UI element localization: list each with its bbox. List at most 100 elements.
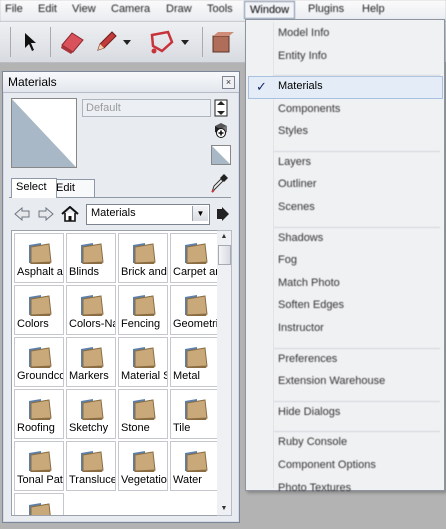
- menu-item-ruby-console[interactable]: Ruby Console: [278, 436, 347, 448]
- material-folder-item[interactable]: Blinds: [66, 233, 116, 283]
- menu-separator: [274, 150, 440, 152]
- material-folder-item[interactable]: Translucent: [66, 441, 116, 491]
- material-name-field[interactable]: Default: [82, 99, 211, 117]
- menu-item-preferences[interactable]: Preferences: [278, 353, 337, 365]
- toolbar-separator: [202, 27, 203, 57]
- shape-icon[interactable]: [148, 28, 176, 56]
- menu-item-photo-textures[interactable]: Photo Textures: [278, 482, 351, 494]
- menu-item-instructor[interactable]: Instructor: [278, 322, 324, 334]
- select-arrow-icon[interactable]: [17, 28, 45, 56]
- default-material-icon[interactable]: [211, 145, 231, 165]
- dropdown-arrow-icon[interactable]: [120, 28, 134, 56]
- material-folder-item[interactable]: Water: [170, 441, 217, 491]
- dropdown-arrow-icon[interactable]: [178, 28, 192, 56]
- materials-panel-titlebar[interactable]: Materials ×: [3, 72, 239, 93]
- pencil-icon[interactable]: [92, 28, 120, 56]
- menu-item-soften-edges[interactable]: Soften Edges: [278, 299, 344, 311]
- library-dropdown-value: Materials: [91, 207, 136, 219]
- details-arrow-icon[interactable]: [214, 205, 232, 223]
- material-folder-label: Water: [173, 474, 202, 486]
- material-folder-label: Colors: [17, 318, 49, 330]
- menu-item-fog[interactable]: Fog: [278, 254, 297, 266]
- material-folder-label: Geometric Tiles: [173, 318, 217, 330]
- menu-plugins[interactable]: Plugins: [308, 3, 344, 15]
- menu-separator: [274, 75, 440, 77]
- navigation-row: Materials ▼: [11, 203, 233, 225]
- menu-help[interactable]: Help: [362, 3, 385, 15]
- material-folder-label: Roofing: [17, 422, 55, 434]
- folder-icon: [77, 449, 105, 473]
- menu-file[interactable]: File: [5, 3, 23, 15]
- material-folder-item[interactable]: Vegetation: [118, 441, 168, 491]
- menu-item-layers[interactable]: Layers: [278, 156, 311, 168]
- library-dropdown[interactable]: Materials ▼: [86, 204, 210, 225]
- material-folder-item[interactable]: Colors: [14, 285, 64, 335]
- window-menu-dropdown: ✓ Model Info Entity Info Materials Componen…: [245, 19, 445, 494]
- menu-item-hide-dialogs[interactable]: Hide Dialogs: [278, 406, 340, 418]
- create-material-icon[interactable]: [211, 120, 231, 140]
- material-folder-item[interactable]: Geometric Tiles: [170, 285, 217, 335]
- menu-item-match-photo[interactable]: Match Photo: [278, 277, 340, 289]
- menu-item-model-info[interactable]: Model Info: [278, 27, 329, 39]
- menu-item-component-options[interactable]: Component Options: [278, 459, 376, 471]
- material-folder-item[interactable]: Asphalt and Concrete: [14, 233, 64, 283]
- material-folder-item[interactable]: Tile: [170, 389, 217, 439]
- materials-scrollbar[interactable]: ▲ ▼: [217, 230, 232, 516]
- material-folder-item[interactable]: Sketchy: [66, 389, 116, 439]
- eraser-icon[interactable]: [58, 28, 86, 56]
- folder-icon: [25, 501, 53, 515]
- folder-icon: [129, 449, 157, 473]
- scroll-thumb[interactable]: [218, 245, 231, 265]
- material-folder-item[interactable]: Roofing: [14, 389, 64, 439]
- menu-edit[interactable]: Edit: [38, 3, 57, 15]
- close-button[interactable]: ×: [222, 76, 235, 89]
- menu-item-styles[interactable]: Styles: [278, 125, 308, 137]
- menu-item-materials[interactable]: Materials: [278, 80, 323, 92]
- material-folder-item[interactable]: Fencing: [118, 285, 168, 335]
- material-folder-item[interactable]: [14, 493, 64, 515]
- menu-window[interactable]: Window: [244, 1, 296, 19]
- menu-item-components[interactable]: Components: [278, 103, 340, 115]
- material-folder-label: Brick and Cladding: [121, 266, 167, 278]
- chevron-down-icon[interactable]: ▼: [192, 206, 208, 221]
- menu-camera[interactable]: Camera: [111, 3, 150, 15]
- menu-tools[interactable]: Tools: [207, 3, 233, 15]
- display-secondary-pane-icon[interactable]: [211, 98, 231, 118]
- folder-icon: [25, 241, 53, 265]
- scroll-up-icon[interactable]: ▲: [217, 231, 231, 243]
- material-folder-label: Blinds: [69, 266, 99, 278]
- toolbar-separator: [10, 27, 11, 57]
- menu-draw[interactable]: Draw: [166, 3, 192, 15]
- material-folder-label: Carpet and Textiles: [173, 266, 217, 278]
- menu-item-shadows[interactable]: Shadows: [278, 232, 323, 244]
- material-folder-item[interactable]: Groundcover: [14, 337, 64, 387]
- tab-edit[interactable]: Edit: [51, 179, 95, 197]
- material-folder-item[interactable]: Brick and Cladding: [118, 233, 168, 283]
- menu-view[interactable]: View: [72, 3, 96, 15]
- scroll-down-icon[interactable]: ▼: [217, 503, 231, 515]
- menu-item-outliner[interactable]: Outliner: [278, 178, 317, 190]
- material-folder-item[interactable]: Metal: [170, 337, 217, 387]
- materials-panel: Materials × Default Select Edit Material…: [2, 71, 240, 523]
- tab-select[interactable]: Select: [11, 178, 57, 198]
- menu-item-entity-info[interactable]: Entity Info: [278, 50, 327, 62]
- menu-item-scenes[interactable]: Scenes: [278, 201, 315, 213]
- folder-icon: [181, 345, 209, 369]
- material-folder-label: Sketchy: [69, 422, 109, 434]
- home-icon[interactable]: [61, 205, 79, 223]
- materials-panel-title: Materials: [8, 75, 57, 89]
- menu-item-extension-warehouse[interactable]: Extension Warehouse: [278, 375, 385, 387]
- material-folder-item[interactable]: Material Shapes: [118, 337, 168, 387]
- material-folder-item[interactable]: Carpet and Textiles: [170, 233, 217, 283]
- back-arrow-icon[interactable]: [13, 205, 31, 223]
- material-folder-item[interactable]: Colors-Named: [66, 285, 116, 335]
- material-folder-item[interactable]: Tonal Patterns: [14, 441, 64, 491]
- material-folder-label: Fencing: [121, 318, 161, 330]
- menu-separator: [274, 347, 440, 349]
- material-folder-item[interactable]: Markers: [66, 337, 116, 387]
- material-folder-item[interactable]: Stone: [118, 389, 168, 439]
- materials-grid: Asphalt and Concrete Blinds Brick and Clad…: [11, 230, 218, 516]
- push-pull-icon[interactable]: [208, 28, 236, 56]
- eyedropper-icon[interactable]: [210, 174, 228, 194]
- forward-arrow-icon[interactable]: [37, 205, 55, 223]
